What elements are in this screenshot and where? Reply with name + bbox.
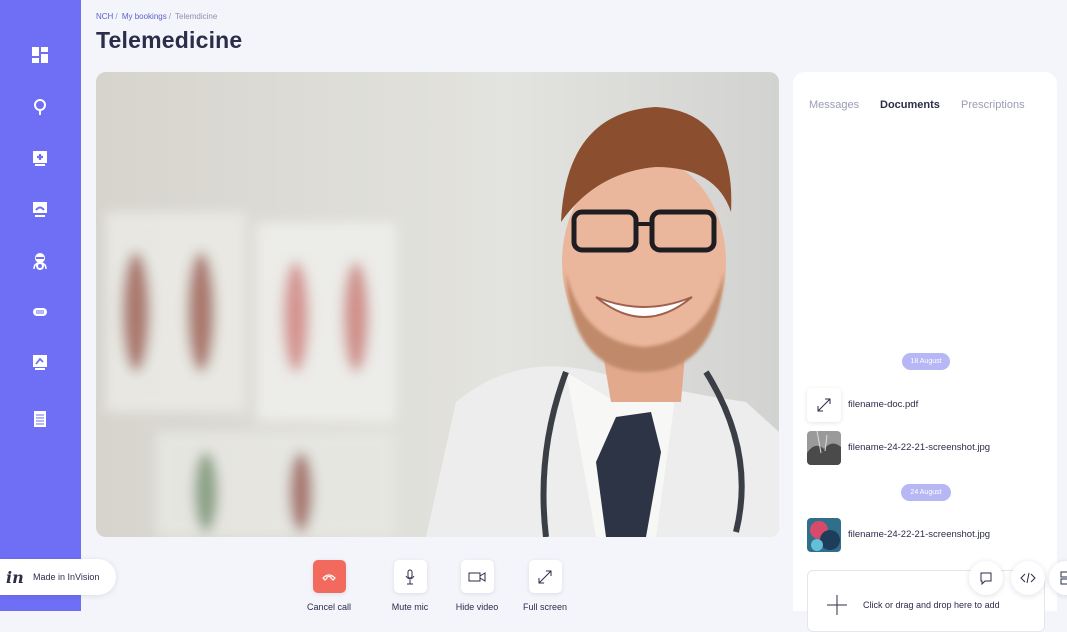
hide-video-button[interactable] xyxy=(460,560,494,593)
phone-hangup-icon xyxy=(322,573,336,581)
code-tool-button[interactable] xyxy=(1011,561,1045,595)
invision-badge[interactable]: in Made in InVision xyxy=(0,559,116,595)
doctor-icon[interactable] xyxy=(28,249,52,273)
image-thumbnail xyxy=(807,518,841,552)
file-thumbnail xyxy=(807,388,841,422)
invision-logo: in xyxy=(6,568,24,587)
breadcrumb-current: Telemdicine xyxy=(175,12,218,21)
file-dropzone[interactable]: Click or drag and drop here to add xyxy=(807,570,1045,632)
page-title: Telemedicine xyxy=(96,27,243,53)
doctor-video-image xyxy=(96,72,779,537)
comment-icon xyxy=(980,572,992,585)
document-icon[interactable] xyxy=(28,407,52,431)
date-separator: 18 August xyxy=(902,353,950,370)
invision-text: Made in InVision xyxy=(33,572,100,582)
breadcrumb-separator: / xyxy=(168,12,171,21)
comment-tool-button[interactable] xyxy=(969,561,1003,595)
monitor-icon[interactable] xyxy=(28,197,52,221)
mute-mic-control[interactable]: Mute mic xyxy=(380,560,440,612)
image-thumbnail xyxy=(807,431,841,465)
dropzone-text: Click or drag and drop here to add xyxy=(863,600,1000,610)
microphone-icon xyxy=(405,569,415,584)
tab-messages[interactable]: Messages xyxy=(809,99,859,111)
hide-video-control[interactable]: Hide video xyxy=(447,560,507,612)
file-item[interactable]: filename-24-22-21-screenshot.jpg xyxy=(807,518,1047,554)
sidebar xyxy=(0,0,81,611)
file-name: filename-doc.pdf xyxy=(848,399,919,410)
dashboard-icon[interactable] xyxy=(28,43,52,67)
medical-kit-icon[interactable] xyxy=(28,146,52,170)
cancel-call-control[interactable]: Cancel call xyxy=(299,560,359,612)
cancel-call-button[interactable] xyxy=(312,560,346,593)
breadcrumb: NCH / My bookings / Telemdicine xyxy=(96,12,217,21)
tab-documents[interactable]: Documents xyxy=(880,99,940,111)
expand-icon xyxy=(538,570,552,583)
full-screen-control[interactable]: Full screen xyxy=(515,560,575,612)
full-screen-button[interactable] xyxy=(528,560,562,593)
file-item[interactable]: filename-doc.pdf xyxy=(807,388,1047,424)
date-separator: 24 August xyxy=(901,484,951,501)
tab-prescriptions[interactable]: Prescriptions xyxy=(961,99,1025,111)
file-item[interactable]: filename-24-22-21-screenshot.jpg xyxy=(807,431,1047,467)
location-pin-icon[interactable] xyxy=(28,95,52,119)
mute-mic-button[interactable] xyxy=(393,560,427,593)
plus-icon xyxy=(827,595,847,615)
code-icon xyxy=(1020,572,1036,584)
file-name: filename-24-22-21-screenshot.jpg xyxy=(848,529,991,540)
prescription-icon[interactable] xyxy=(28,350,52,374)
breadcrumb-my-bookings[interactable]: My bookings xyxy=(122,12,167,21)
breadcrumb-root[interactable]: NCH xyxy=(96,12,113,21)
breadcrumb-separator: / xyxy=(115,12,118,21)
video-camera-icon xyxy=(468,571,486,582)
side-panel: Messages Documents Prescriptions 18 Augu… xyxy=(793,72,1057,632)
video-feed xyxy=(96,72,779,537)
file-name: filename-24-22-21-screenshot.jpg xyxy=(848,442,991,453)
expand-icon xyxy=(817,398,831,412)
chat-icon[interactable] xyxy=(28,300,52,324)
layout-icon xyxy=(1060,571,1067,585)
